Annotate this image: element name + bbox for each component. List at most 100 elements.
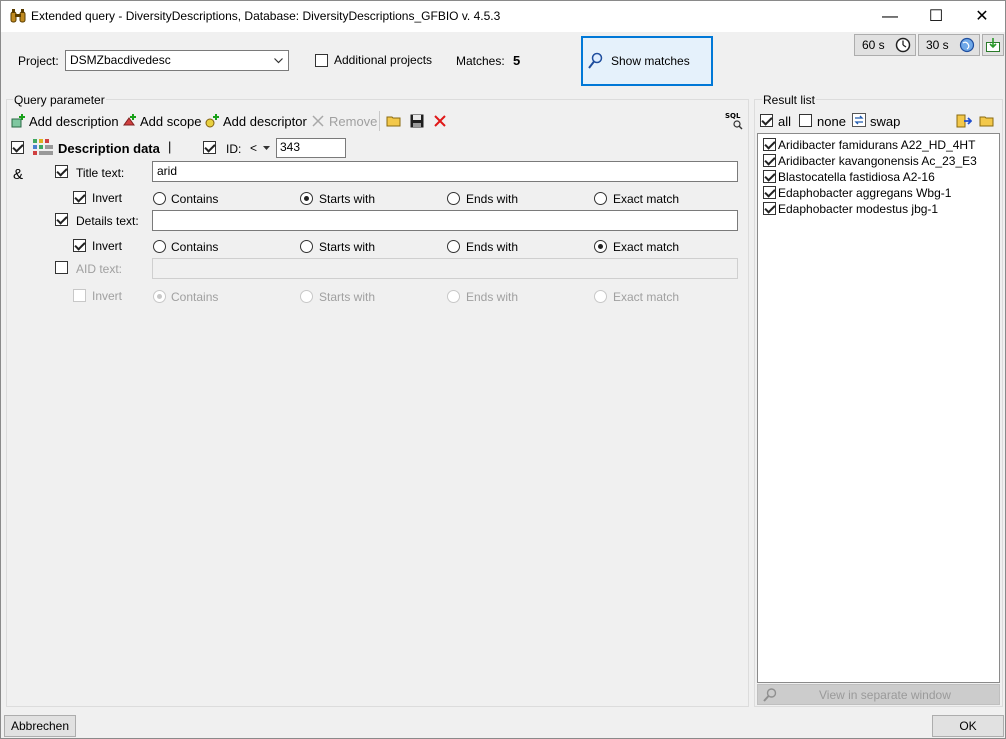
add-scope-icon [123,114,136,126]
select-all-checkbox[interactable] [760,114,773,127]
window-title: Extended query - DiversityDescriptions, … [31,9,501,23]
id-label: ID: [226,142,242,156]
title-bar: Extended query - DiversityDescriptions, … [1,1,1005,32]
id-operator-select[interactable]: < [248,140,272,156]
details-ends-with-radio[interactable] [447,240,460,253]
id-checkbox[interactable] [203,141,216,154]
title-text-label: Title text: [76,166,125,180]
details-text-label: Details text: [76,214,139,228]
details-ends-with-label: Ends with [466,240,519,254]
clock-icon [895,37,911,53]
aid-text-checkbox[interactable] [55,261,68,274]
view-separate-window-button[interactable]: View in separate window [757,684,1000,705]
globe-clock-icon [959,37,975,53]
ok-button[interactable]: OK [932,715,1004,737]
swap-icon[interactable] [852,113,866,127]
separator-bar: | [168,139,172,154]
binoculars-icon [10,9,26,23]
aid-invert-label: Invert [92,289,123,303]
magnifier-icon [588,52,603,69]
title-exact-match-label: Exact match [613,192,680,206]
list-item-checkbox[interactable] [763,154,776,167]
aid-text-label: AID text: [76,262,123,276]
extended-query-window: Extended query - DiversityDescriptions, … [0,0,1006,739]
select-none-label: none [817,114,846,129]
select-none-checkbox[interactable] [799,114,812,127]
details-invert-label: Invert [92,239,123,253]
result-list[interactable]: Aridibacter famidurans A22_HD_4HT Aridib… [757,133,1000,683]
and-operator: & [13,166,24,183]
id-value-input[interactable]: 343 [276,138,346,158]
timer-60s-label: 60 s [862,38,885,52]
list-item-label: Aridibacter famidurans A22_HD_4HT [778,138,976,152]
details-contains-radio[interactable] [153,240,166,253]
chevron-down-icon [263,146,270,150]
details-starts-with-radio[interactable] [300,240,313,253]
details-text-input[interactable] [152,210,738,231]
aid-starts-with-radio[interactable] [300,290,313,303]
list-item-checkbox[interactable] [763,186,776,199]
details-starts-with-label: Starts with [319,240,376,254]
timer-30s-label: 30 s [926,38,949,52]
title-invert-checkbox[interactable] [73,191,86,204]
save-icon[interactable] [409,113,425,129]
folder-icon[interactable] [979,113,995,129]
aid-starts-with-label: Starts with [319,290,376,304]
title-text-checkbox[interactable] [55,165,68,178]
aid-exact-match-radio[interactable] [594,290,607,303]
aid-ends-with-radio[interactable] [447,290,460,303]
project-select[interactable]: DSMZbacdivedesc [65,50,289,71]
title-contains-radio[interactable] [153,192,166,205]
add-description-icon [11,114,25,128]
view-separate-window-label: View in separate window [819,688,951,702]
description-data-label: Description data [58,141,160,156]
aid-invert-checkbox[interactable] [73,289,86,302]
select-all-label: all [778,114,792,129]
additional-projects-label: Additional projects [334,53,433,67]
title-invert-label: Invert [92,191,123,205]
details-text-checkbox[interactable] [55,213,68,226]
show-matches-button[interactable]: Show matches [581,36,713,86]
aid-contains-label: Contains [171,290,219,304]
timer-60s-button[interactable]: 60 s [854,34,916,56]
timer-30s-button[interactable]: 30 s [918,34,980,56]
clear-icon[interactable] [432,113,448,129]
close-button[interactable]: ✕ [959,1,1005,32]
title-ends-with-label: Ends with [466,192,519,206]
list-item-checkbox[interactable] [763,138,776,151]
remove-button[interactable]: Remove [310,113,377,129]
title-ends-with-radio[interactable] [447,192,460,205]
sql-icon[interactable]: SQL [725,112,743,130]
aid-text-input[interactable] [152,258,738,279]
aid-contains-radio[interactable] [153,290,166,303]
query-parameter-label: Query parameter [13,93,106,107]
aid-exact-match-label: Exact match [613,290,680,304]
matches-count: 5 [513,53,521,68]
add-scope-button[interactable]: Add scope [121,113,201,129]
add-descriptor-button[interactable]: Add descriptor [204,113,307,129]
maximize-button[interactable]: ☐ [913,1,959,32]
details-exact-match-radio[interactable] [594,240,607,253]
description-data-checkbox[interactable] [11,141,24,154]
details-invert-checkbox[interactable] [73,239,86,252]
list-item-checkbox[interactable] [763,202,776,215]
details-contains-label: Contains [171,240,219,254]
export-button[interactable] [982,34,1004,56]
list-item-label: Edaphobacter aggregans Wbg-1 [778,186,952,200]
load-list-icon[interactable] [956,113,972,129]
export-icon [986,38,1000,52]
add-description-button[interactable]: Add description [10,113,119,129]
additional-projects-checkbox[interactable] [315,54,328,67]
list-item-checkbox[interactable] [763,170,776,183]
title-exact-match-radio[interactable] [594,192,607,205]
title-starts-with-radio[interactable] [300,192,313,205]
add-scope-label: Add scope [140,113,202,129]
cancel-button[interactable]: Abbrechen [4,715,76,737]
add-descriptor-icon [205,114,219,128]
minimize-button[interactable]: — [867,1,913,32]
remove-icon [312,115,324,127]
title-text-input[interactable]: arid [152,161,738,182]
aid-ends-with-label: Ends with [466,290,519,304]
open-folder-icon[interactable] [386,113,402,129]
result-list-label: Result list [762,93,817,107]
